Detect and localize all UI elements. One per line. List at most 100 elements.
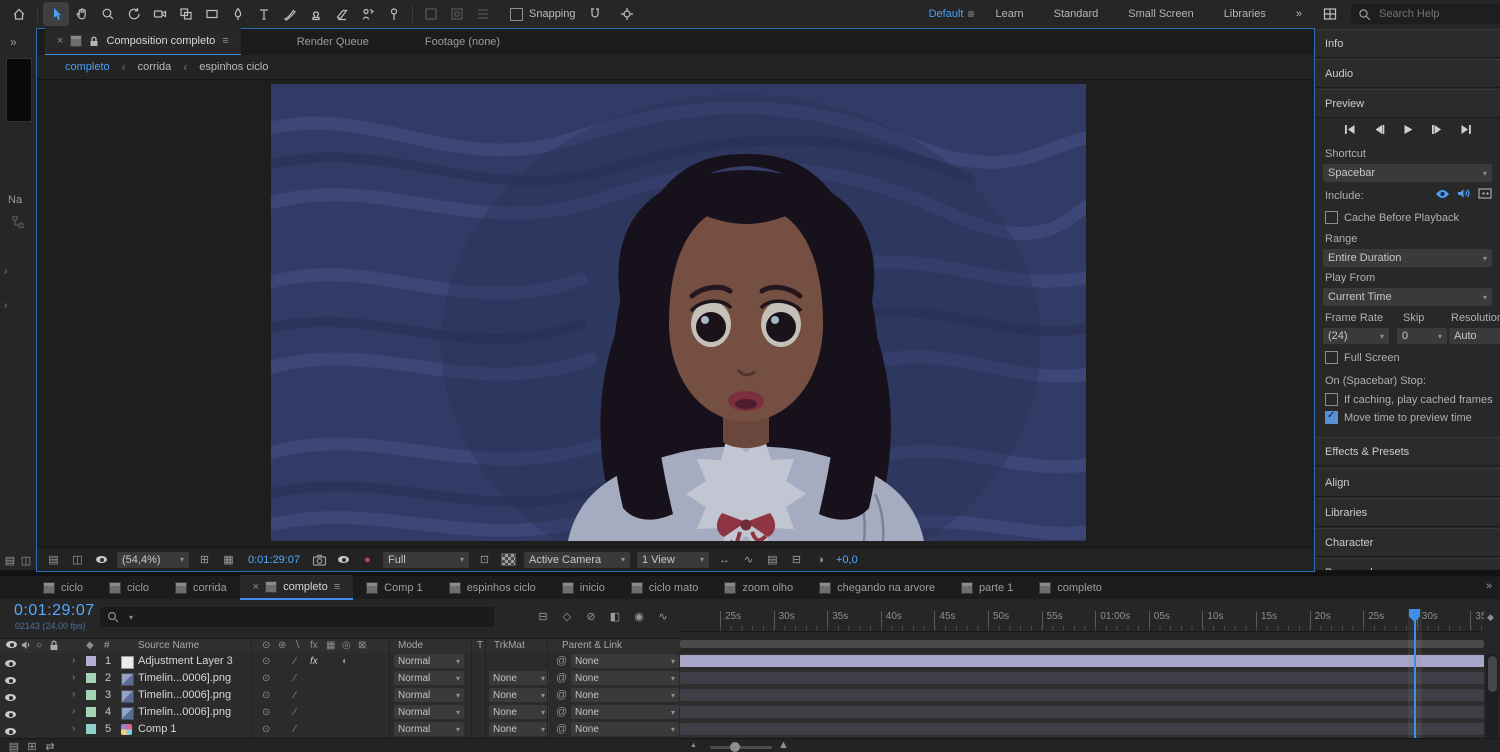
mode-column-header[interactable]: Mode (398, 640, 423, 651)
parent-pickwhip-icon[interactable]: @ (556, 706, 567, 718)
timeline-tab-corrida[interactable]: corrida (162, 576, 240, 599)
source-name-column-header[interactable]: Source Name (138, 640, 199, 651)
timeline-vertical-scrollbar[interactable] (1486, 653, 1498, 738)
workspace-tab-small-screen[interactable]: Small Screen (1128, 8, 1193, 20)
collapsed-panel-thumbnail[interactable] (6, 58, 32, 122)
clone-stamp-tool-icon[interactable] (303, 2, 329, 26)
parent-pickwhip-icon[interactable]: @ (556, 723, 567, 735)
breadcrumb-espinhos-ciclo[interactable]: espinhos ciclo (199, 61, 268, 73)
zoom-tool-icon[interactable] (95, 2, 121, 26)
show-channel-eye-icon[interactable] (93, 552, 110, 568)
timeline-tab-parte-1[interactable]: parte 1 (948, 576, 1026, 599)
parent-select[interactable]: None ▾ (571, 688, 679, 702)
panel-header-info[interactable]: Info (1315, 29, 1500, 58)
quality-switch-icon[interactable]: ∕ (294, 724, 296, 735)
timeline-tab-zoom-olho[interactable]: zoom olho (711, 576, 806, 599)
snapshot-camera-icon[interactable] (311, 552, 328, 568)
workspace-tab-learn[interactable]: Learn (995, 8, 1023, 20)
panel-header-paragraph[interactable]: Paragraph (1315, 558, 1500, 570)
layer-row-1[interactable]: › 1 Adjustment Layer 3 ⊙ ∕ fx ◐ Normal ▾… (0, 653, 680, 671)
eye-toggle-icon[interactable] (5, 692, 16, 704)
workspace-overflow-chevron[interactable]: » (1296, 8, 1302, 20)
timeline-tab-espinhos-ciclo[interactable]: espinhos ciclo (436, 576, 549, 599)
panel-header-audio[interactable]: Audio (1315, 59, 1500, 88)
pan-behind-tool-icon[interactable] (173, 2, 199, 26)
type-tool-icon[interactable] (251, 2, 277, 26)
selection-tool-icon[interactable] (43, 2, 69, 26)
layer-track-4[interactable] (680, 704, 1484, 722)
eraser-tool-icon[interactable] (329, 2, 355, 26)
trkmat-select[interactable]: None ▾ (489, 722, 549, 736)
brush-tool-icon[interactable] (277, 2, 303, 26)
layer-row-3[interactable]: › 3 Timelin...0006].png ⊙ ∕ Normal ▾ Non… (0, 687, 680, 705)
scrollbar-thumb[interactable] (1488, 656, 1497, 692)
layer-name[interactable]: Comp 1 (138, 723, 177, 735)
layer-track-1[interactable] (680, 653, 1484, 671)
help-search[interactable] (1351, 4, 1500, 24)
layer-row-4[interactable]: › 4 Timelin...0006].png ⊙ ∕ Normal ▾ Non… (0, 704, 680, 722)
brush-panel-toggle-icon[interactable] (470, 2, 496, 26)
trkmat-column-header[interactable]: TrkMat (494, 640, 525, 651)
mask-visibility-icon[interactable]: ▦ (220, 552, 237, 568)
panel-header-effects-presets[interactable]: Effects & Presets (1315, 437, 1500, 466)
toggle-switches-icon[interactable]: ▤ (4, 738, 24, 752)
time-ruler[interactable]: 25s 30s 35s 40s 45s 50s 55s 01:00s 05s 1… (680, 609, 1484, 632)
next-frame-button[interactable] (1425, 120, 1448, 138)
shortcut-select[interactable]: Spacebar ▾ (1323, 164, 1492, 182)
grid-options-icon[interactable]: ⊞ (196, 552, 213, 568)
primary-viewer-icon[interactable]: ◫ (69, 552, 86, 568)
timeline-search-input[interactable] (138, 610, 462, 624)
include-video-eye-icon[interactable] (1435, 189, 1450, 199)
hide-shy-layers-icon[interactable]: ⊘ (581, 608, 601, 625)
layer-duration-bar[interactable] (680, 723, 1484, 735)
close-icon[interactable]: × (253, 581, 259, 593)
adjustment-switch-icon[interactable]: ◐ (342, 656, 348, 667)
layer-duration-bar[interactable] (680, 672, 1484, 684)
label-color-chip[interactable] (86, 707, 96, 717)
include-overlays-icon[interactable] (1478, 188, 1492, 199)
pen-tool-icon[interactable] (225, 2, 251, 26)
eye-toggle-icon[interactable] (5, 658, 16, 670)
layer-row-5[interactable]: › 5 Comp 1 ⊙ ∕ Normal ▾ None ▾ @ None ▾ (0, 721, 680, 739)
panel-expand-chevron-icon[interactable]: › (4, 266, 7, 277)
label-color-chip[interactable] (86, 724, 96, 734)
parent-link-column-header[interactable]: Parent & Link (562, 640, 622, 651)
layer-duration-bar[interactable] (680, 706, 1484, 718)
fill-options-icon[interactable] (418, 2, 444, 26)
layer-expander-icon[interactable]: › (72, 655, 75, 666)
range-select[interactable]: Entire Duration ▾ (1323, 249, 1492, 267)
blend-mode-select[interactable]: Normal ▾ (394, 654, 464, 668)
label-color-chip[interactable] (86, 690, 96, 700)
layer-expander-icon[interactable]: › (72, 672, 75, 683)
preview-resolution-select[interactable]: Auto (1449, 328, 1500, 344)
panel-header-libraries[interactable]: Libraries (1315, 498, 1500, 527)
timeline-tab-ciclo[interactable]: ciclo (30, 576, 96, 599)
panel-menu-icon[interactable]: ≡ (334, 581, 340, 593)
stroke-options-icon[interactable] (444, 2, 470, 26)
fx-switch-icon[interactable]: fx (310, 656, 318, 667)
magnification-select[interactable]: (54,4%) ▾ (117, 552, 189, 568)
flowchart-icon[interactable] (5, 210, 31, 234)
dock-expander-chevrons[interactable]: » (10, 35, 17, 49)
rotate-tool-icon[interactable] (121, 2, 147, 26)
layer-name[interactable]: Adjustment Layer 3 (138, 655, 233, 667)
blend-mode-select[interactable]: Normal ▾ (394, 688, 464, 702)
shy-switch-icon[interactable]: ⊙ (262, 707, 270, 718)
cache-before-playback-option[interactable]: Cache Before Playback (1325, 211, 1459, 224)
eye-toggle-icon[interactable] (5, 709, 16, 721)
mini-timeline-icon[interactable]: ▤ (764, 552, 781, 568)
parent-select[interactable]: None ▾ (571, 654, 679, 668)
comp-mini-flowchart-icon[interactable]: ⊟ (533, 608, 553, 625)
quality-switch-icon[interactable]: ∕ (294, 690, 296, 701)
parent-pickwhip-icon[interactable]: @ (556, 655, 567, 667)
transparency-grid-icon[interactable] (500, 552, 517, 568)
fast-previews-icon[interactable]: ∿ (740, 552, 757, 568)
shy-switch-icon[interactable]: ⊙ (262, 724, 270, 735)
puppet-pin-tool-icon[interactable] (381, 2, 407, 26)
snap-guides-icon[interactable] (614, 2, 640, 26)
snapping-checkbox[interactable] (510, 8, 523, 21)
timeline-tab-chegando-na-arvore[interactable]: chegando na arvore (806, 576, 948, 599)
quality-switch-icon[interactable]: ∕ (294, 707, 296, 718)
close-icon[interactable]: × (57, 35, 63, 47)
parent-pickwhip-icon[interactable]: @ (556, 689, 567, 701)
